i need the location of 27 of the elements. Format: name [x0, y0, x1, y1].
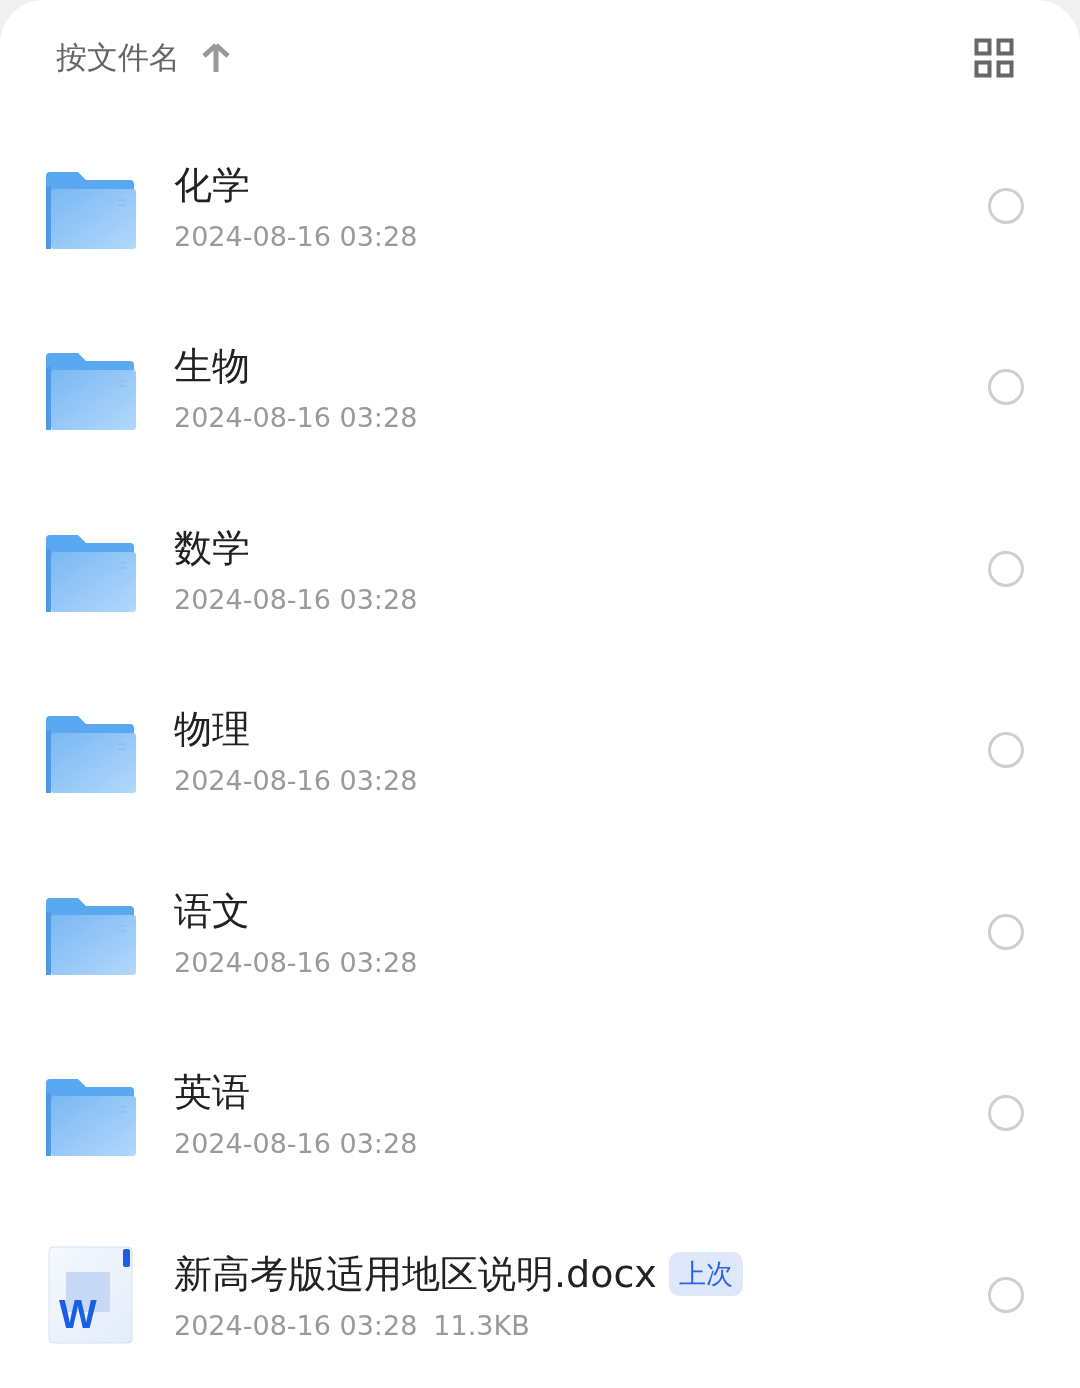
file-name[interactable]: 语文	[174, 885, 250, 937]
select-checkbox[interactable]	[988, 1276, 1024, 1313]
file-name[interactable]: 物理	[174, 704, 250, 756]
file-name[interactable]: 化学	[174, 159, 250, 211]
select-checkbox[interactable]	[988, 369, 1024, 406]
modified-date: 2024-08-16 03:28	[174, 1128, 418, 1160]
file-name[interactable]: 英语	[174, 1067, 250, 1119]
recent-badge: 上次	[668, 1252, 743, 1297]
modified-date: 2024-08-16 03:28	[174, 402, 418, 434]
file-name[interactable]: 新高考版适用地区说明.docx	[174, 1248, 657, 1300]
file-size: 11.3KB	[433, 1309, 530, 1341]
modified-date: 2024-08-16 03:28	[174, 220, 418, 252]
modified-date: 2024-08-16 03:28	[174, 946, 418, 978]
sort-arrow-icon[interactable]	[202, 42, 230, 73]
select-checkbox[interactable]	[988, 913, 1024, 950]
modified-date: 2024-08-16 03:28	[174, 583, 418, 615]
modified-date: 2024-08-16 03:28	[174, 1309, 418, 1341]
select-checkbox[interactable]	[988, 732, 1024, 769]
select-checkbox[interactable]	[988, 187, 1024, 224]
document-icon: W	[46, 1244, 136, 1345]
select-checkbox[interactable]	[988, 1095, 1024, 1132]
grid-view-icon[interactable]	[974, 37, 1014, 78]
file-name[interactable]: 数学	[174, 522, 250, 574]
sort-label[interactable]: 按文件名	[56, 36, 180, 79]
file-name[interactable]: 生物	[174, 341, 250, 393]
modified-date: 2024-08-16 03:28	[174, 765, 418, 797]
select-checkbox[interactable]	[988, 550, 1024, 587]
